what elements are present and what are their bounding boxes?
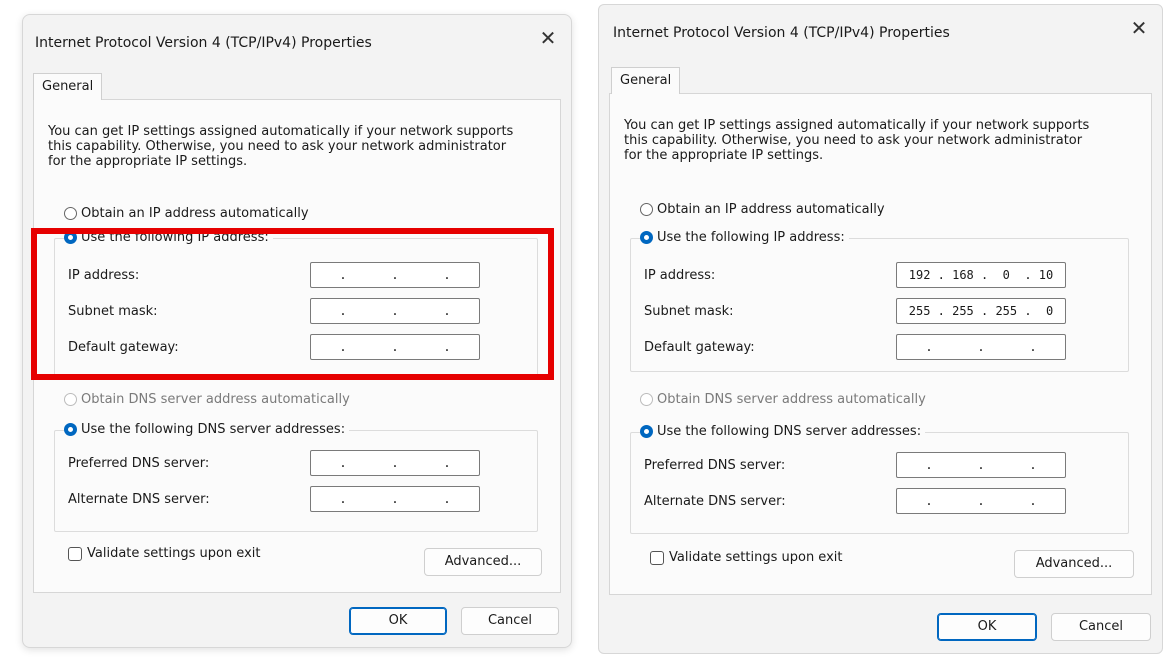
alternate-dns-input[interactable]: ... [310, 486, 480, 512]
advanced-button[interactable]: Advanced... [424, 548, 542, 576]
default-gateway-label: Default gateway: [644, 340, 755, 355]
preferred-dns-label: Preferred DNS server: [68, 456, 210, 471]
alternate-dns-label: Alternate DNS server: [68, 492, 210, 507]
radio-label: Obtain an IP address automatically [81, 206, 309, 221]
default-gateway-row: Default gateway: ... [624, 334, 1091, 362]
radio-label: Use the following IP address: [81, 230, 269, 245]
ip-address-label: IP address: [68, 268, 140, 283]
validate-settings-checkbox-row[interactable]: Validate settings upon exit [650, 550, 842, 565]
validate-checkbox[interactable] [68, 546, 82, 561]
ip-address-input[interactable]: 192 . 168 . 0 . 10 [896, 262, 1066, 288]
preferred-dns-label: Preferred DNS server: [644, 458, 786, 473]
general-panel: You can get IP settings assigned automat… [33, 99, 561, 593]
radio-button[interactable] [640, 203, 653, 216]
radio-label: Use the following DNS server addresses: [657, 424, 922, 439]
preferred-dns-row: Preferred DNS server: ... [48, 450, 500, 478]
ipv4-properties-dialog-right: Internet Protocol Version 4 (TCP/IPv4) P… [598, 4, 1163, 654]
subnet-mask-row: Subnet mask: 255 . 255 . 255 . 0 [624, 298, 1091, 326]
radio-use-following-ip[interactable]: Use the following IP address: [640, 230, 849, 245]
validate-checkbox[interactable] [650, 550, 664, 565]
radio-label: Use the following DNS server addresses: [81, 422, 346, 437]
ip-address-row: IP address: ... [48, 262, 500, 290]
ip-address-input[interactable]: ... [310, 262, 480, 288]
dialog-title: Internet Protocol Version 4 (TCP/IPv4) P… [35, 35, 372, 51]
subnet-mask-input[interactable]: ... [310, 298, 480, 324]
ok-button[interactable]: OK [937, 613, 1037, 641]
radio-label: Use the following IP address: [657, 230, 845, 245]
preferred-dns-input[interactable]: ... [896, 452, 1066, 478]
radio-use-following-dns[interactable]: Use the following DNS server addresses: [640, 424, 926, 439]
radio-button[interactable] [640, 425, 653, 438]
alternate-dns-label: Alternate DNS server: [644, 494, 786, 509]
alternate-dns-row: Alternate DNS server: ... [48, 486, 500, 514]
description-text: You can get IP settings assigned automat… [48, 124, 514, 169]
description-text: You can get IP settings assigned automat… [624, 118, 1090, 163]
radio-obtain-ip-auto[interactable]: Obtain an IP address automatically [640, 202, 885, 217]
dns-server-group [54, 430, 538, 532]
radio-label: Obtain an IP address automatically [657, 202, 885, 217]
dialog-title: Internet Protocol Version 4 (TCP/IPv4) P… [613, 25, 950, 41]
ok-button[interactable]: OK [349, 607, 447, 635]
close-icon[interactable]: ✕ [1130, 18, 1148, 38]
default-gateway-input[interactable]: ... [310, 334, 480, 360]
radio-use-following-ip[interactable]: Use the following IP address: [64, 230, 273, 245]
ip-address-row: IP address: 192 . 168 . 0 . 10 [624, 262, 1091, 290]
radio-button[interactable] [64, 207, 77, 220]
radio-obtain-dns-auto[interactable]: Obtain DNS server address automatically [640, 392, 926, 407]
tab-general[interactable]: General [33, 73, 103, 100]
ip-address-label: IP address: [644, 268, 716, 283]
alternate-dns-row: Alternate DNS server: ... [624, 488, 1091, 516]
ipv4-properties-dialog-left: Internet Protocol Version 4 (TCP/IPv4) P… [22, 14, 572, 648]
tab-general[interactable]: General [611, 67, 681, 94]
preferred-dns-input[interactable]: ... [310, 450, 480, 476]
radio-button[interactable] [640, 393, 653, 406]
cancel-button[interactable]: Cancel [1051, 613, 1151, 641]
radio-obtain-ip-auto[interactable]: Obtain an IP address automatically [64, 206, 309, 221]
default-gateway-input[interactable]: ... [896, 334, 1066, 360]
radio-button[interactable] [640, 231, 653, 244]
radio-label: Obtain DNS server address automatically [81, 392, 350, 407]
preferred-dns-row: Preferred DNS server: ... [624, 452, 1091, 480]
default-gateway-label: Default gateway: [68, 340, 179, 355]
subnet-mask-input[interactable]: 255 . 255 . 255 . 0 [896, 298, 1066, 324]
subnet-mask-row: Subnet mask: ... [48, 298, 500, 326]
radio-use-following-dns[interactable]: Use the following DNS server addresses: [64, 422, 350, 437]
radio-button[interactable] [64, 231, 77, 244]
radio-button[interactable] [64, 423, 77, 436]
subnet-mask-label: Subnet mask: [644, 304, 734, 319]
close-icon[interactable]: ✕ [539, 28, 557, 48]
alternate-dns-input[interactable]: ... [896, 488, 1066, 514]
subnet-mask-label: Subnet mask: [68, 304, 158, 319]
radio-button[interactable] [64, 393, 77, 406]
general-panel: You can get IP settings assigned automat… [609, 93, 1152, 595]
validate-settings-checkbox-row[interactable]: Validate settings upon exit [68, 546, 260, 561]
default-gateway-row: Default gateway: ... [48, 334, 500, 362]
cancel-button[interactable]: Cancel [461, 607, 559, 635]
radio-label: Obtain DNS server address automatically [657, 392, 926, 407]
validate-label: Validate settings upon exit [669, 550, 843, 565]
dns-server-group [630, 432, 1129, 534]
validate-label: Validate settings upon exit [87, 546, 261, 561]
advanced-button[interactable]: Advanced... [1014, 550, 1134, 578]
radio-obtain-dns-auto[interactable]: Obtain DNS server address automatically [64, 392, 350, 407]
